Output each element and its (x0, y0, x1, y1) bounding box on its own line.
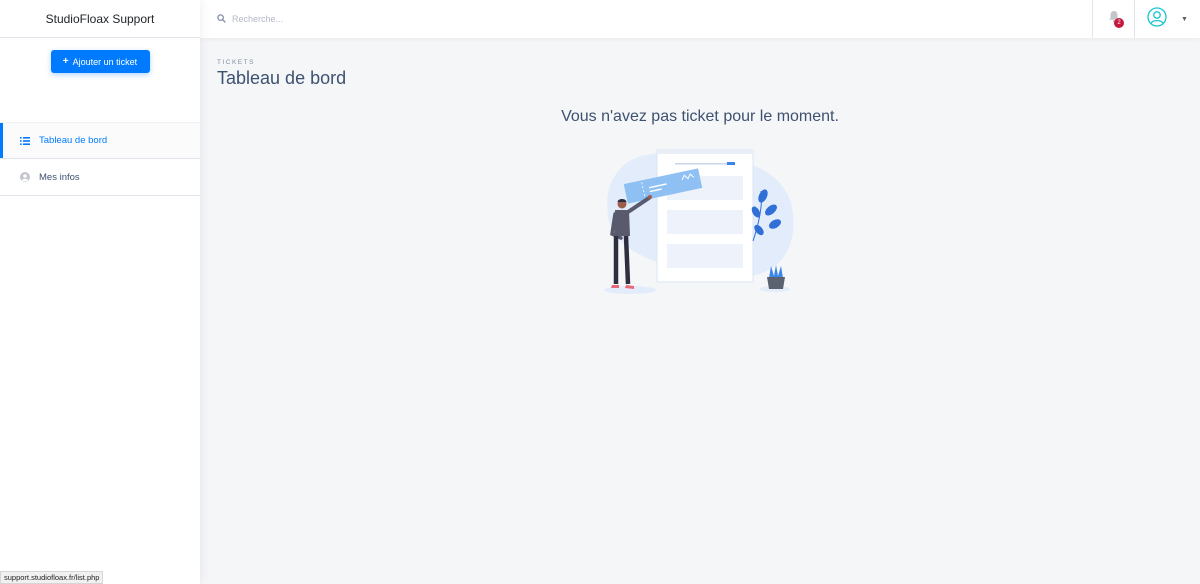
empty-state-illustration (604, 149, 794, 294)
app-brand[interactable]: StudioFloax Support (0, 0, 200, 38)
add-ticket-button[interactable]: + Ajouter un ticket (50, 50, 150, 73)
notification-count-badge: 2 (1114, 18, 1124, 28)
sidebar-nav: Tableau de bord Mes infos (0, 122, 200, 196)
add-ticket-label: Ajouter un ticket (72, 56, 138, 67)
sidebar-item-label: Tableau de bord (39, 135, 108, 146)
search-input[interactable] (232, 14, 532, 24)
sidebar-item-label: Mes infos (39, 171, 80, 183)
notifications-button[interactable]: 2 (1092, 0, 1134, 38)
main-content: Tickets Tableau de bord Vous n'avez pas … (200, 38, 1200, 584)
sidebar-item-my-info[interactable]: Mes infos (0, 159, 200, 196)
plus-icon: + (62, 56, 69, 67)
status-bar-url: support.studiofloax.fr/list.php (0, 571, 104, 584)
add-button-wrapper: + Ajouter un ticket (0, 38, 200, 122)
topbar: 2 ▼ (200, 0, 1200, 38)
page-title: Tableau de bord (217, 68, 347, 88)
search-bar (200, 0, 1092, 38)
sidebar-item-dashboard[interactable]: Tableau de bord (0, 122, 200, 159)
user-circle-icon (1147, 6, 1167, 32)
empty-state-message: Vous n'avez pas ticket pour le moment. (561, 108, 839, 125)
list-icon (20, 136, 30, 146)
user-circle-icon (20, 172, 30, 182)
search-icon (217, 10, 226, 28)
sidebar: StudioFloax Support + Ajouter un ticket … (0, 0, 200, 584)
page-subtitle: Tickets (217, 59, 255, 66)
user-menu[interactable]: ▼ (1134, 0, 1200, 38)
caret-down-icon: ▼ (1181, 15, 1188, 23)
